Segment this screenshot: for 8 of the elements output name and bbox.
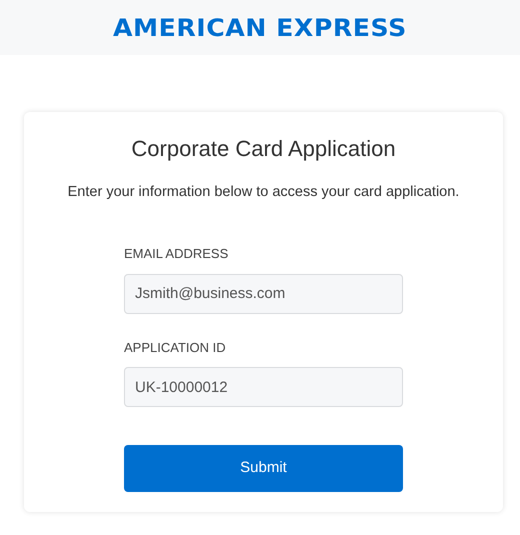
logo: AMERICAN EXPRESS: [113, 12, 407, 44]
submit-button[interactable]: Submit: [124, 445, 403, 492]
card-subtitle: Enter your information below to access your card application.: [66, 183, 460, 202]
card-title: Corporate Card Application: [130, 136, 397, 162]
field-label: APPLICATION ID: [124, 338, 227, 357]
field-label: EMAIL ADDRESS: [124, 245, 230, 264]
input-field[interactable]: UK-10000012: [124, 367, 403, 408]
input-field[interactable]: Jsmith@business.com: [124, 274, 403, 314]
